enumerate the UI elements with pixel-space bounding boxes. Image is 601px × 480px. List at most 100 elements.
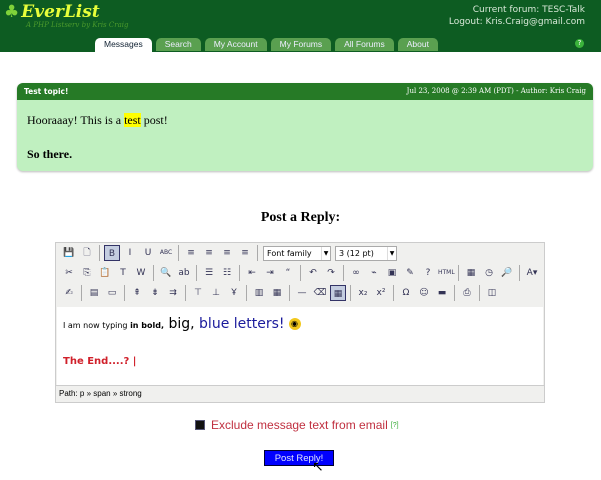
logo-text: EverList (21, 2, 100, 22)
copy-icon[interactable]: ⎘ (79, 265, 95, 281)
align-left-icon[interactable]: ≡ (183, 245, 199, 261)
underline-icon[interactable]: U (140, 245, 156, 261)
row-insert-icon[interactable]: ⇞ (129, 285, 145, 301)
row-delete-icon[interactable]: ⇟ (147, 285, 163, 301)
chevron-down-icon: ▼ (321, 246, 330, 260)
site-header: ♣ EverList A PHP Listserv by Kris Craig C… (0, 0, 601, 52)
align-justify-icon[interactable]: ≡ (237, 245, 253, 261)
content-line-2: The End....? | (63, 356, 137, 367)
superscript-icon[interactable]: x² (373, 285, 389, 301)
toolbar-separator (393, 285, 394, 301)
col-delete-icon[interactable]: Ұ (226, 285, 242, 301)
tab-my-account[interactable]: My Account (204, 38, 267, 51)
edit-icon[interactable]: ✍ (61, 285, 77, 301)
image-icon[interactable]: ▣ (384, 265, 400, 281)
paste-word-icon[interactable]: W (133, 265, 149, 281)
merge-cells-icon[interactable]: ▥ (251, 285, 267, 301)
new-document-icon[interactable]: 🗋 (79, 245, 95, 261)
strikethrough-icon[interactable]: ABC (158, 245, 174, 261)
insert-time-icon[interactable]: ◷ (481, 265, 497, 281)
subscript-icon[interactable]: x₂ (355, 285, 371, 301)
emoticon-icon[interactable]: ☺ (416, 285, 432, 301)
tab-my-forums[interactable]: My Forums (270, 38, 332, 51)
toolbar-separator (458, 265, 459, 281)
nav-tabs: Messages Search My Account My Forums All For… (95, 38, 438, 52)
unlink-icon[interactable]: ⌁ (366, 265, 382, 281)
logo[interactable]: ♣ EverList (4, 2, 100, 22)
toolbar-separator (196, 265, 197, 281)
blockquote-icon[interactable]: “ (280, 265, 296, 281)
text-color-icon[interactable]: A▾ (524, 265, 540, 281)
post-title: Test topic! (24, 87, 69, 96)
tab-about[interactable]: About (397, 38, 438, 51)
italic-icon[interactable]: I (122, 245, 138, 261)
cut-icon[interactable]: ✂ (61, 265, 77, 281)
mouse-cursor-icon: ↖ (312, 459, 324, 475)
split-cells-icon[interactable]: ▦ (269, 285, 285, 301)
find-icon[interactable]: 🔍 (158, 265, 174, 281)
cleanup-icon[interactable]: ✎ (402, 265, 418, 281)
col-before-icon[interactable]: ⊤ (190, 285, 206, 301)
tab-all-forums[interactable]: All Forums (335, 38, 394, 51)
undo-icon[interactable]: ↶ (305, 265, 321, 281)
fullscreen-icon[interactable]: ◫ (484, 285, 500, 301)
visual-aid-icon[interactable]: ▦ (330, 285, 346, 301)
row-split-icon[interactable]: ⇉ (165, 285, 181, 301)
table-props-icon[interactable]: ▭ (104, 285, 120, 301)
font-family-select[interactable]: Font family ▼ (263, 245, 331, 261)
highlighted-text: test (124, 113, 141, 127)
toolbar-row: ✍ ▤ ▭ ⇞ ⇟ ⇉ ⊤ ⊥ Ұ ▥ ▦ — ⌫ ▦ x₂ x² Ω ☺ ▬ ⎙ ◫ (56, 283, 544, 303)
link-icon[interactable]: ∞ (348, 265, 364, 281)
advanced-hr-icon[interactable]: ▬ (434, 285, 450, 301)
table-icon[interactable]: ▤ (86, 285, 102, 301)
print-icon[interactable]: ⎙ (459, 285, 475, 301)
redo-icon[interactable]: ↷ (323, 265, 339, 281)
logout-link[interactable]: Logout: Kris.Craig@gmail.com (449, 16, 585, 28)
remove-format-icon[interactable]: ⌫ (312, 285, 328, 301)
tagline: A PHP Listserv by Kris Craig (26, 21, 129, 29)
bullet-list-icon[interactable]: ☰ (201, 265, 217, 281)
insert-date-icon[interactable]: ▦ (463, 265, 479, 281)
paste-text-icon[interactable]: T (115, 265, 131, 281)
content-line-1: I am now typing in bold, big, blue lette… (63, 316, 537, 332)
help-icon[interactable]: ? (575, 39, 584, 48)
cool-emoticon-icon: ◉ (288, 318, 301, 330)
toolbar-separator (81, 285, 82, 301)
indent-icon[interactable]: ⇥ (262, 265, 278, 281)
replace-icon[interactable]: ab (176, 265, 192, 281)
post-meta: Jul 23, 2008 @ 2:39 AM (PDT) - Author: K… (406, 87, 586, 95)
editor-path-bar: Path: p » span » strong (56, 385, 544, 402)
help-icon[interactable]: ? (420, 265, 436, 281)
col-after-icon[interactable]: ⊥ (208, 285, 224, 301)
outdent-icon[interactable]: ⇤ (244, 265, 260, 281)
exclude-email-option[interactable]: Exclude message text from email [?] (195, 418, 399, 432)
toolbar-separator (519, 265, 520, 281)
align-right-icon[interactable]: ≡ (219, 245, 235, 261)
font-size-select[interactable]: 3 (12 pt) ▼ (335, 245, 397, 261)
editor-content[interactable]: I am now typing in bold, big, blue lette… (57, 307, 543, 385)
toolbar-separator (239, 265, 240, 281)
red-text: The End....? (63, 356, 130, 367)
post-line-2: So there. (27, 147, 73, 161)
bold-icon[interactable]: B (104, 245, 120, 261)
toolbar-row: ✂ ⎘ 📋 T W 🔍 ab ☰ ☷ ⇤ ⇥ “ ↶ ↷ ∞ ⌁ ▣ ✎? HTML ▦ ◷ 🔎 A▾ (56, 263, 544, 283)
html-icon[interactable]: HTML (438, 265, 455, 281)
save-icon[interactable]: 💾 (61, 245, 77, 261)
editor-toolbar: 💾 🗋 B I U ABC ≡ ≡ ≡ ≡ Font family ▼ 3 (12 pt) ▼ ✂ ⎘ 📋 T W 🔍… (56, 243, 544, 303)
numbered-list-icon[interactable]: ☷ (219, 265, 235, 281)
normal-text: I am now typing (63, 321, 131, 330)
exclude-help-link[interactable]: [?] (391, 422, 399, 429)
big-text: big, (164, 316, 195, 332)
align-center-icon[interactable]: ≡ (201, 245, 217, 261)
preview-icon[interactable]: 🔎 (499, 265, 515, 281)
blue-text: blue letters! (194, 316, 285, 332)
reply-heading: Post a Reply: (260, 210, 341, 225)
tab-search[interactable]: Search (155, 38, 201, 51)
paste-icon[interactable]: 📋 (97, 265, 113, 281)
toolbar-separator (479, 285, 480, 301)
tab-messages[interactable]: Messages (95, 38, 152, 52)
exclude-checkbox[interactable] (195, 420, 205, 430)
horizontal-rule-icon[interactable]: — (294, 285, 310, 301)
font-size-select-value: 3 (12 pt) (339, 248, 374, 258)
special-char-icon[interactable]: Ω (398, 285, 414, 301)
